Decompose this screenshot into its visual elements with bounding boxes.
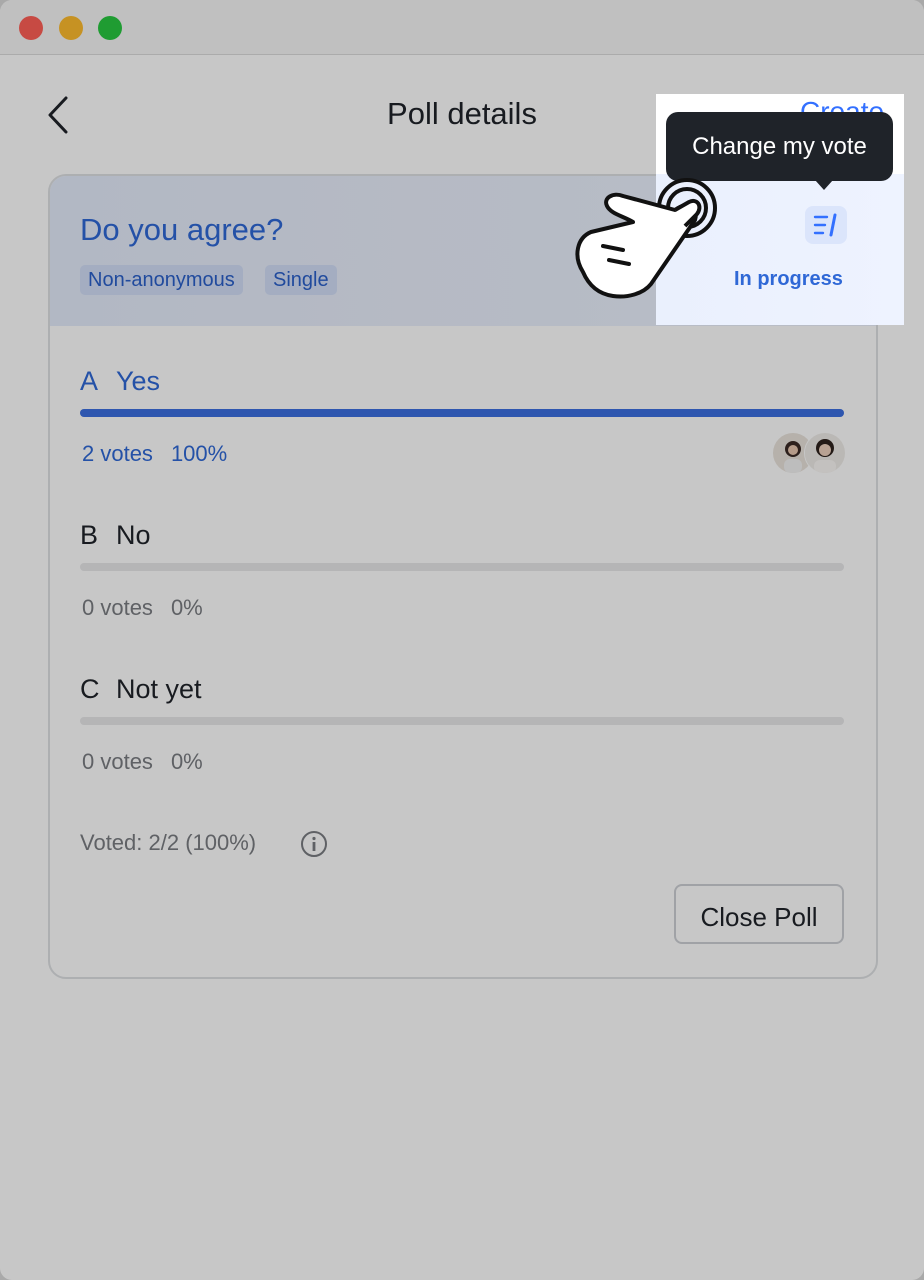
option-letter: B [80,520,99,550]
tooltip-arrow [815,180,833,190]
close-poll-button[interactable]: Close Poll [674,884,844,944]
vote-percent: 100% [170,441,228,466]
option-c-progress-bar [80,717,844,725]
change-vote-tooltip: Change my vote [666,112,893,181]
change-vote-button[interactable] [805,206,847,244]
vote-percent: 0% [170,749,203,774]
option-c-label[interactable]: C Not yet [80,674,202,705]
poll-status: In progress [734,268,843,290]
poll-question: Do you agree? [80,212,284,247]
tag-non-anonymous: Non-anonymous [80,265,243,295]
close-window-button[interactable] [19,16,43,40]
avatar [804,432,846,474]
title-bar [0,0,924,55]
option-a-progress-bar [80,409,844,417]
minimize-window-button[interactable] [59,16,83,40]
option-text: No [116,520,151,550]
option-b-label[interactable]: B No [80,520,151,551]
vote-count: 0 votes [82,595,153,620]
option-letter: C [80,674,100,704]
option-text: Yes [116,366,161,396]
info-icon[interactable] [300,830,328,858]
option-letter: A [80,366,99,396]
vote-count: 2 votes [82,441,153,466]
vote-count: 0 votes [82,749,153,774]
vote-percent: 0% [170,595,203,620]
voted-summary: Voted: 2/2 (100%) [80,830,257,855]
option-a-progress-fill [80,409,844,417]
pointer-hand-icon [575,178,717,299]
option-a-votes: 2 votes 100% [82,441,227,467]
option-b-progress-bar [80,563,844,571]
option-a-label[interactable]: A Yes [80,366,160,397]
option-b-votes: 0 votes 0% [82,595,203,621]
option-text: Not yet [116,674,202,704]
maximize-window-button[interactable] [98,16,122,40]
tag-single: Single [265,265,337,295]
edit-vote-icon [813,213,837,237]
option-c-votes: 0 votes 0% [82,749,203,775]
voter-avatars[interactable] [772,432,846,474]
